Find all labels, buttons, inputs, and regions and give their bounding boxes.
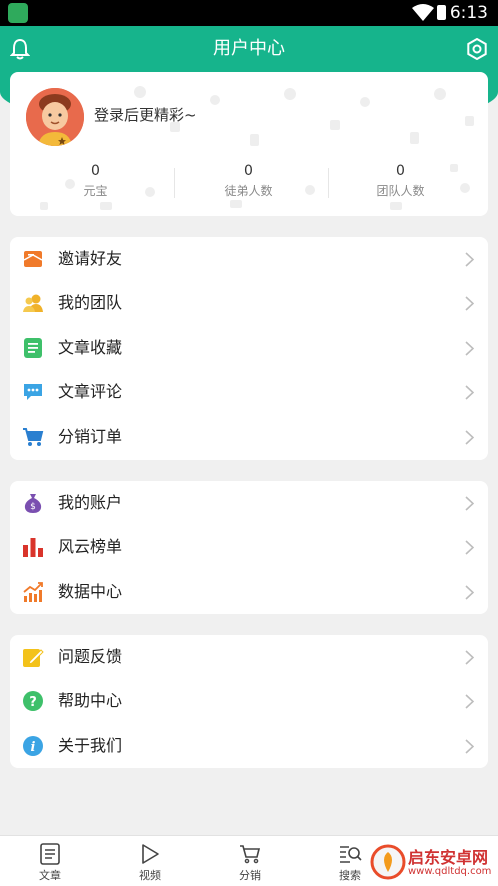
bar-chart-icon	[23, 538, 43, 557]
stat-apprentices[interactable]: 0 徒弟人数	[169, 162, 328, 200]
document-icon	[24, 338, 42, 358]
chevron-right-icon	[465, 650, 474, 665]
stat-value: 0	[244, 163, 253, 179]
app-header: 用户中心	[0, 26, 498, 72]
menu-item-distribution-orders[interactable]: 分销订单	[10, 415, 488, 459]
chevron-right-icon	[465, 585, 474, 600]
stat-value: 0	[396, 163, 405, 179]
menu-item-article-comments[interactable]: 文章评论	[10, 370, 488, 414]
menu-item-my-account[interactable]: $ 我的账户	[10, 481, 488, 525]
menu-label: 问题反馈	[58, 647, 123, 666]
chevron-right-icon	[465, 296, 474, 311]
svg-text:$: $	[30, 502, 36, 512]
watermark: 启东安卓网 www.qdltdq.com	[368, 842, 498, 882]
chevron-right-icon	[465, 496, 474, 511]
menu-label: 我的账户	[58, 493, 123, 512]
menu-item-rankings[interactable]: 风云榜单	[10, 525, 488, 569]
menu-label: 分销订单	[58, 427, 123, 446]
menu-item-help-center[interactable]: ? 帮助中心	[10, 679, 488, 723]
menu-label: 我的团队	[58, 293, 123, 312]
tab-label: 文章	[39, 869, 61, 882]
stat-yuanbao[interactable]: 0 元宝	[16, 162, 175, 200]
avatar[interactable]	[26, 88, 84, 146]
svg-text:?: ?	[29, 695, 37, 710]
menu-item-article-favorites[interactable]: 文章收藏	[10, 326, 488, 370]
trend-chart-icon	[23, 582, 43, 602]
battery-icon	[437, 5, 446, 20]
stat-label: 徒弟人数	[224, 184, 273, 198]
stat-label: 团队人数	[376, 184, 425, 198]
edit-note-icon	[23, 649, 44, 667]
menu-group-3: 问题反馈 ? 帮助中心 i 关于我们	[10, 635, 488, 768]
menu-label: 文章评论	[58, 382, 123, 401]
chevron-right-icon	[465, 540, 474, 555]
watermark-title: 启东安卓网	[408, 848, 489, 867]
menu-item-data-center[interactable]: 数据中心	[10, 570, 488, 614]
comment-icon	[24, 384, 42, 400]
watermark-logo	[370, 844, 406, 880]
app-notification-icon	[8, 3, 28, 23]
stat-value: 0	[91, 163, 100, 179]
login-prompt[interactable]: 登录后更精彩~	[94, 104, 197, 125]
status-time: 6:13	[449, 3, 488, 23]
article-icon	[40, 843, 60, 865]
menu-item-feedback[interactable]: 问题反馈	[10, 635, 488, 679]
tab-videos[interactable]: 视频	[100, 836, 200, 886]
menu-label: 邀请好友	[58, 249, 123, 268]
wifi-icon	[412, 4, 434, 21]
menu-label: 风云榜单	[58, 537, 123, 556]
chevron-right-icon	[465, 252, 474, 267]
gear-icon[interactable]	[466, 38, 488, 60]
menu-label: 文章收藏	[58, 338, 123, 357]
menu-label: 关于我们	[58, 736, 123, 755]
search-list-icon	[340, 846, 362, 863]
envelope-icon	[23, 251, 43, 267]
tab-articles[interactable]: 文章	[0, 836, 100, 886]
chevron-right-icon	[465, 739, 474, 754]
stat-label: 元宝	[83, 184, 108, 198]
page-title: 用户中心	[213, 38, 285, 59]
question-icon: ?	[23, 691, 43, 711]
money-bag-icon: $	[24, 494, 42, 513]
menu-label: 数据中心	[58, 582, 123, 601]
tab-label: 分销	[239, 869, 261, 882]
menu-group-2: $ 我的账户 风云榜单 数据中心	[10, 481, 488, 614]
chevron-right-icon	[465, 694, 474, 709]
team-icon	[23, 294, 43, 312]
tab-label: 视频	[139, 869, 161, 882]
cart-icon	[240, 845, 261, 864]
cart-icon	[23, 428, 44, 446]
menu-item-invite-friends[interactable]: 邀请好友	[10, 237, 488, 281]
menu-label: 帮助中心	[58, 691, 123, 710]
menu-item-my-team[interactable]: 我的团队	[10, 281, 488, 325]
menu-item-about-us[interactable]: i 关于我们	[10, 724, 488, 768]
menu-group-1: 邀请好友 我的团队 文章收藏 文章评论 分销订单	[10, 237, 488, 460]
chevron-right-icon	[465, 385, 474, 400]
svg-text:i: i	[31, 740, 36, 755]
info-icon: i	[23, 736, 43, 756]
watermark-url: www.qdltdq.com	[408, 866, 492, 877]
chevron-right-icon	[465, 341, 474, 356]
status-bar: 6:13	[0, 0, 498, 26]
stat-team[interactable]: 0 团队人数	[321, 162, 480, 200]
chevron-right-icon	[465, 430, 474, 445]
play-icon	[142, 844, 159, 864]
tab-distribution[interactable]: 分销	[200, 836, 300, 886]
profile-card: 登录后更精彩~ 0 元宝 0 徒弟人数 0 团队人数	[10, 72, 488, 216]
